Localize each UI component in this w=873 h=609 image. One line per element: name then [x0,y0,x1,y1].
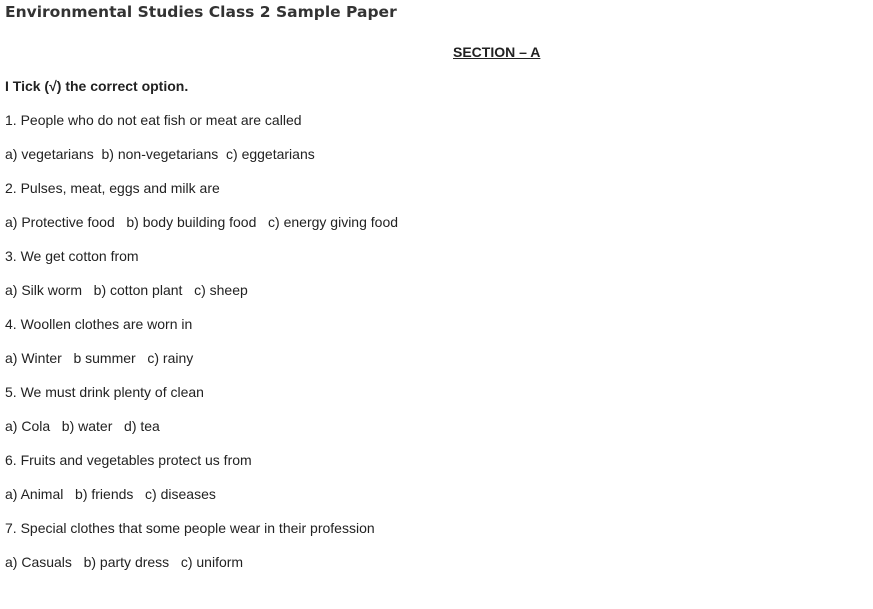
question-7-options: a) Casuals b) party dress c) uniform [5,554,244,570]
question-2-options: a) Protective food b) body building food… [5,214,399,230]
sample-paper-page: Environmental Studies Class 2 Sample Pap… [0,0,873,609]
question-4-text: 4. Woollen clothes are worn in [5,316,193,332]
question-1-options: a) vegetarians b) non-vegetarians c) egg… [5,146,315,162]
instruction-text: I Tick (√) the correct option. [5,78,189,94]
question-3-text: 3. We get cotton from [5,248,139,264]
page-title: Environmental Studies Class 2 Sample Pap… [5,3,397,21]
question-5-text: 5. We must drink plenty of clean [5,384,204,400]
question-2-text: 2. Pulses, meat, eggs and milk are [5,180,220,196]
question-1-text: 1. People who do not eat fish or meat ar… [5,112,302,128]
question-3-options: a) Silk worm b) cotton plant c) sheep [5,282,248,298]
question-4-options: a) Winter b summer c) rainy [5,350,194,366]
question-6-options: a) Animal b) friends c) diseases [5,486,216,502]
question-5-options: a) Cola b) water d) tea [5,418,160,434]
question-list: 1. People who do not eat fish or meat ar… [5,112,398,588]
question-7-text: 7. Special clothes that some people wear… [5,520,375,536]
section-heading: SECTION – A [453,44,541,60]
question-6-text: 6. Fruits and vegetables protect us from [5,452,252,468]
